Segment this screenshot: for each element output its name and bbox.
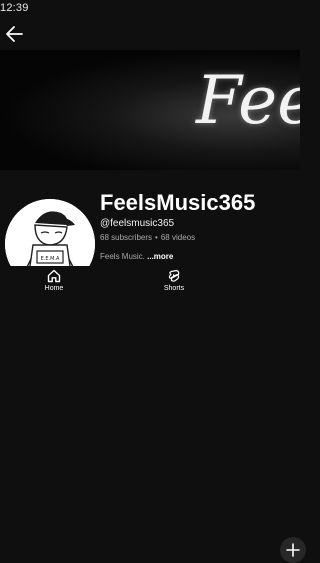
shorts-icon <box>168 269 180 282</box>
home-icon <box>47 269 61 283</box>
video-count: 68 videos <box>160 233 196 242</box>
nav-shorts[interactable]: Shorts <box>154 268 194 300</box>
status-time: 12:39 <box>0 2 29 14</box>
avatar-badge-text: E.E.M.A <box>41 256 60 262</box>
nav-home[interactable]: Home <box>34 268 74 300</box>
bottom-nav: Home Shorts <box>0 266 306 563</box>
channel-stats: 68 subscribers • 68 videos <box>100 233 195 242</box>
arrow-left-icon <box>6 26 23 42</box>
banner-text: Feels <box>196 62 300 139</box>
nav-home-label: Home <box>44 285 64 292</box>
status-bar: 12:39 <box>0 0 300 16</box>
description-text: Feels Music. <box>100 252 145 261</box>
channel-banner: Feels <box>0 50 300 170</box>
channel-handle: @feelsmusic365 <box>100 218 175 229</box>
channel-name: FeelsMusic365 <box>100 190 256 215</box>
plus-icon <box>286 543 300 557</box>
create-button[interactable] <box>280 537 306 563</box>
stats-separator: • <box>155 233 158 242</box>
subscriber-count: 68 subscribers <box>100 233 153 242</box>
nav-shorts-label: Shorts <box>163 285 185 292</box>
more-link[interactable]: ...more <box>147 252 173 261</box>
channel-description[interactable]: Feels Music. ...more <box>100 252 173 261</box>
back-button[interactable] <box>3 24 25 44</box>
